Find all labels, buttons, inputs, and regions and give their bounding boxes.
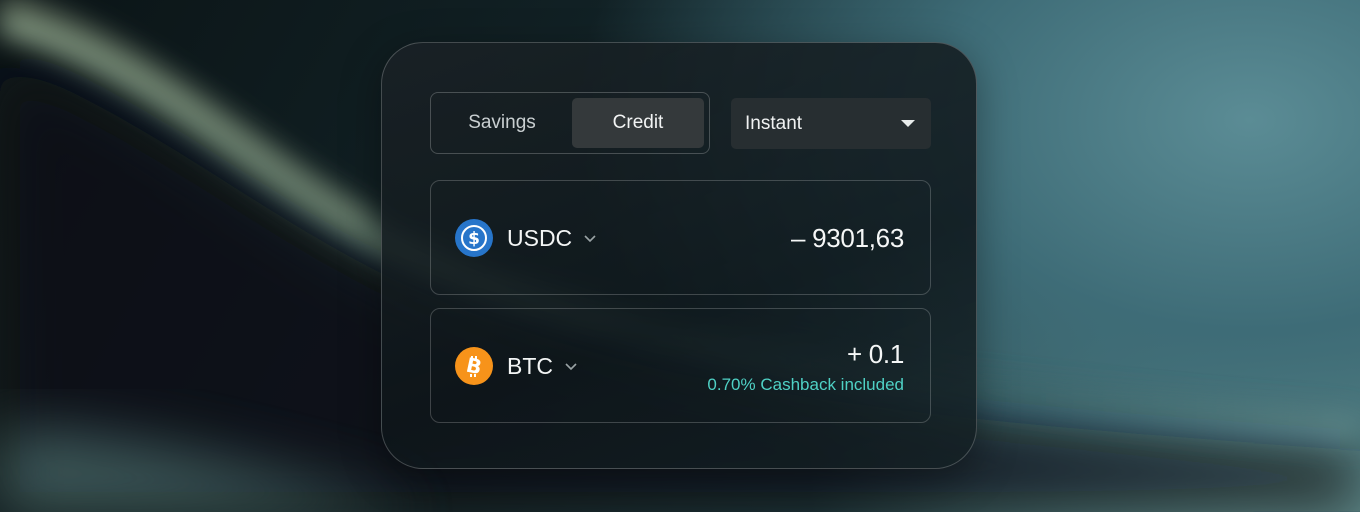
- tab-credit[interactable]: Credit: [572, 98, 704, 148]
- cashback-note: 0.70% Cashback included: [707, 375, 904, 394]
- usdc-token-selector[interactable]: $ USDC: [455, 219, 596, 257]
- bitcoin-icon: B: [455, 347, 493, 385]
- mode-dropdown[interactable]: Instant: [731, 98, 931, 149]
- btc-token-selector[interactable]: B BTC: [455, 347, 577, 385]
- exchange-card: Savings Credit Instant $ USDC – 9301,63: [381, 42, 977, 469]
- svg-text:$: $: [468, 229, 480, 249]
- account-type-toggle: Savings Credit: [430, 92, 710, 154]
- btc-amount: + 0.1: [846, 339, 904, 369]
- token-name: USDC: [507, 224, 573, 251]
- from-token-row: $ USDC – 9301,63: [430, 180, 931, 295]
- usdc-amount: – 9301,63: [791, 223, 904, 253]
- chevron-down-icon: [565, 358, 577, 376]
- usdc-icon: $: [455, 219, 493, 257]
- mode-dropdown-value: Instant: [745, 112, 803, 134]
- to-token-row: B BTC + 0.1 0.70% Cashback included: [430, 308, 931, 423]
- caret-down-icon: [901, 120, 915, 127]
- token-name: BTC: [507, 352, 553, 379]
- tab-savings[interactable]: Savings: [436, 98, 568, 148]
- chevron-down-icon: [584, 230, 596, 248]
